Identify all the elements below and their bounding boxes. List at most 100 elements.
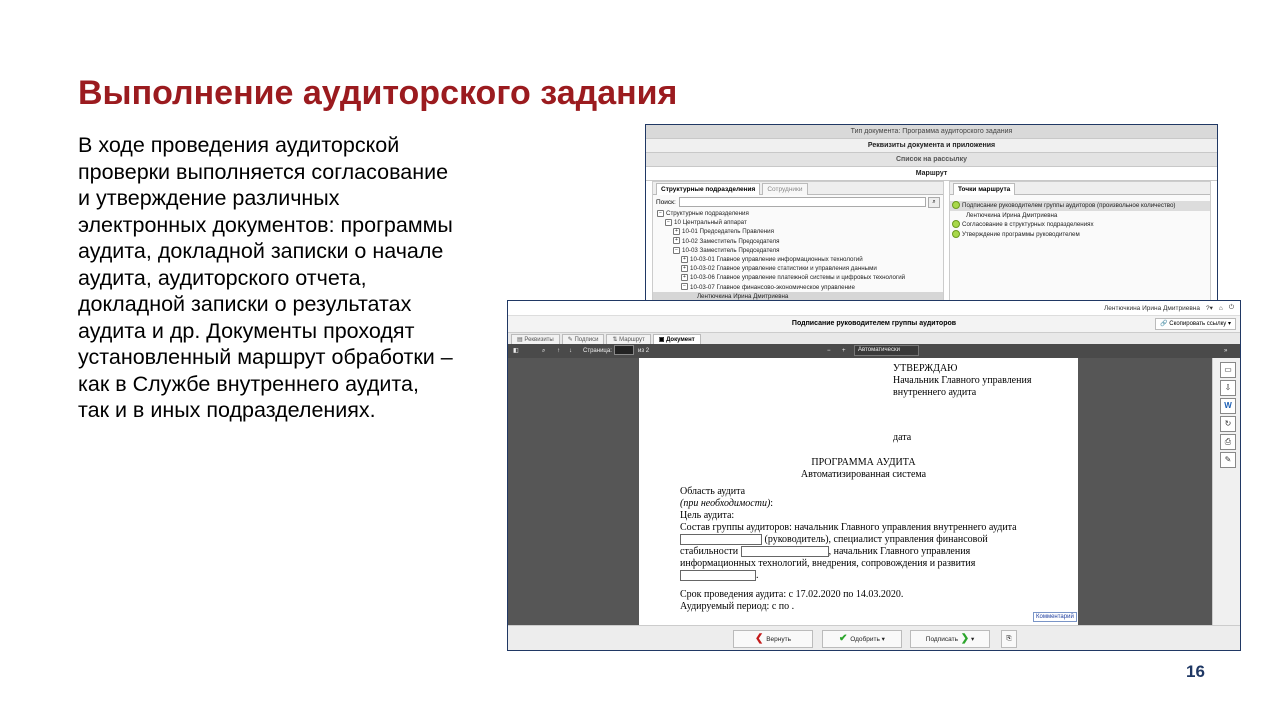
route-bar[interactable]: Маршрут bbox=[646, 167, 1217, 181]
tree-item[interactable]: +10-03-06 Главное управление платежной с… bbox=[653, 273, 943, 282]
structure-pane: Структурные подразделения Сотрудники Пои… bbox=[652, 181, 944, 301]
arrow-left-icon: ❮ bbox=[755, 633, 767, 644]
doc-if-needed: (при необходимости) bbox=[680, 498, 771, 509]
download-icon[interactable]: ⇩ bbox=[1220, 380, 1236, 396]
doc-team-line: . bbox=[680, 570, 759, 582]
status-dot-icon bbox=[952, 229, 960, 238]
prev-page-icon[interactable]: ↑ bbox=[557, 344, 560, 358]
body-line: аудита, докладной записки о начале bbox=[78, 239, 444, 263]
action-bar: ❮ Вернуть ✔ Одобрить ▾ Подписать ❯ ▾ ⎘ bbox=[508, 625, 1240, 650]
collapse-icon[interactable]: − bbox=[657, 209, 664, 217]
doc-area: Область аудита bbox=[680, 486, 746, 497]
home-icon[interactable]: ⌂ bbox=[1219, 305, 1223, 312]
zoom-select[interactable]: Автоматически bbox=[854, 344, 919, 358]
pdf-icon[interactable]: ▭ bbox=[1220, 362, 1236, 378]
slide-title: Выполнение аудиторского задания bbox=[78, 74, 678, 112]
expand-icon[interactable]: + bbox=[681, 274, 688, 282]
user-bar: Лентючкина Ирина Дмитриевна ?▾ ⌂ ⏻ bbox=[508, 301, 1240, 316]
document-icon: ▣ bbox=[658, 337, 667, 343]
tree-item[interactable]: +10-03-01 Главное управление информацион… bbox=[653, 255, 943, 264]
route-point[interactable]: Утверждение программы руководителем bbox=[950, 229, 1210, 240]
zoom-in-icon[interactable]: + bbox=[842, 344, 846, 358]
it-head-field[interactable] bbox=[680, 570, 756, 582]
user-name[interactable]: Лентючкина Ирина Дмитриевна bbox=[1104, 305, 1200, 312]
collapse-icon[interactable]: − bbox=[673, 246, 680, 254]
body-line: аудита и др. Документы проходят bbox=[78, 318, 415, 343]
doc-approver-line: Начальник Главного управления bbox=[893, 375, 1032, 386]
doc-approve: УТВЕРЖДАЮ bbox=[893, 363, 958, 374]
search-icon[interactable]: ⌕ bbox=[542, 344, 545, 358]
search-row: Поиск: ⌕ bbox=[653, 195, 943, 209]
route-window-screenshot: Тип документа: Программа аудиторского за… bbox=[645, 124, 1218, 302]
pdf-toolbar: ◧ ⌕ ↑ ↓ Страница: из 2 − + Автоматически… bbox=[508, 344, 1240, 358]
doc-type-bar[interactable]: Тип документа: Программа аудиторского за… bbox=[646, 125, 1217, 139]
expand-icon[interactable]: + bbox=[673, 228, 680, 236]
structure-tabs: Структурные подразделения Сотрудники bbox=[653, 182, 943, 195]
tree-item[interactable]: +10-01 Председатель Правления bbox=[653, 227, 943, 236]
mailing-bar[interactable]: Список на рассылку bbox=[646, 153, 1217, 167]
specialist-field[interactable] bbox=[740, 546, 829, 558]
search-input[interactable] bbox=[678, 197, 926, 207]
approve-button[interactable]: ✔ Одобрить ▾ bbox=[822, 630, 902, 648]
doc-date-label: дата bbox=[893, 432, 912, 443]
edit-icon[interactable]: ✎ bbox=[1220, 452, 1236, 468]
power-icon[interactable]: ⏻ bbox=[1229, 304, 1234, 312]
leader-field[interactable] bbox=[680, 534, 762, 546]
check-icon: ✔ bbox=[839, 633, 851, 644]
tree-item[interactable]: − Структурные подразделения bbox=[653, 209, 943, 218]
print-icon[interactable]: ⎙ bbox=[1220, 434, 1236, 450]
comment-button[interactable]: Комментарий bbox=[1033, 612, 1077, 622]
tab-route-points[interactable]: Точки маршрута bbox=[953, 183, 1016, 195]
search-icon[interactable]: ⌕ bbox=[928, 196, 940, 208]
word-icon[interactable]: W bbox=[1220, 398, 1236, 414]
return-button[interactable]: ❮ Вернуть bbox=[733, 630, 813, 648]
more-tools-icon[interactable]: » bbox=[1224, 344, 1227, 358]
zoom-out-icon[interactable]: − bbox=[827, 344, 831, 358]
tree-item[interactable]: −10 Центральный аппарат bbox=[653, 218, 943, 227]
doc-period: Аудируемый период: с по . bbox=[680, 601, 795, 612]
pdf-viewer[interactable]: УТВЕРЖДАЮ Начальник Главного управления … bbox=[508, 358, 1212, 626]
page-number: 16 bbox=[1186, 662, 1205, 681]
expand-icon[interactable]: + bbox=[681, 255, 688, 263]
collapse-icon[interactable]: − bbox=[665, 219, 672, 227]
body-line: докладной записки о результатах bbox=[78, 292, 412, 316]
route-points-tabs: Точки маршрута bbox=[950, 182, 1210, 195]
doc-team-line: (руководитель), специалист управления фи… bbox=[680, 534, 1048, 546]
body-line: так и в иных подразделениях. bbox=[78, 398, 376, 422]
doc-subheading: Автоматизированная система bbox=[800, 469, 927, 480]
search-label: Поиск: bbox=[656, 198, 676, 206]
tree-item[interactable]: +10-02 Заместитель Председателя bbox=[653, 237, 943, 246]
page-label: Страница: bbox=[583, 348, 612, 354]
doc-heading: ПРОГРАММА АУДИТА bbox=[811, 457, 916, 468]
tree-item[interactable]: +10-03-02 Главное управление статистики … bbox=[653, 264, 943, 273]
doc-if-needed-line: (при необходимости): bbox=[680, 498, 774, 509]
route-panes: Структурные подразделения Сотрудники Пои… bbox=[652, 181, 1211, 301]
tree-item[interactable]: −10-03 Заместитель Председателя bbox=[653, 246, 943, 255]
expand-icon[interactable]: + bbox=[673, 237, 680, 245]
requisites-bar[interactable]: Реквизиты документа и приложения bbox=[646, 139, 1217, 153]
help-icon[interactable]: ?▾ bbox=[1206, 304, 1213, 312]
side-toolbar: ▭ ⇩ W ↻ ⎙ ✎ bbox=[1212, 358, 1240, 626]
body-line: как в Службе внутреннего аудита, bbox=[78, 371, 419, 396]
arrow-right-icon: ❯ bbox=[957, 633, 970, 644]
doc-term: Срок проведения аудита: с 17.02.2020 по … bbox=[680, 589, 904, 600]
collapse-icon[interactable]: − bbox=[681, 283, 688, 291]
tree-item[interactable]: −10-03-07 Главное финансово-экономическо… bbox=[653, 283, 943, 292]
route-point[interactable]: Подписание руководителем группы аудиторо… bbox=[950, 201, 1210, 211]
copy-link-button[interactable]: 🔗 Скопировать ссылку ▾ bbox=[1155, 318, 1236, 330]
tab-structure[interactable]: Структурные подразделения bbox=[656, 183, 761, 195]
next-page-icon[interactable]: ↓ bbox=[569, 344, 572, 358]
tab-employees[interactable]: Сотрудники bbox=[762, 183, 808, 195]
status-dot-icon bbox=[952, 220, 960, 229]
expand-icon[interactable]: + bbox=[681, 264, 688, 272]
link-icon: 🔗 bbox=[1160, 321, 1170, 327]
sign-button[interactable]: Подписать ❯ ▾ bbox=[910, 630, 990, 648]
refresh-icon[interactable]: ↻ bbox=[1220, 416, 1236, 432]
route-point[interactable]: Согласование в структурных подразделения… bbox=[950, 220, 1210, 230]
sidebar-toggle-icon[interactable]: ◧ bbox=[513, 344, 519, 358]
attach-icon[interactable]: ⎘ bbox=[1001, 630, 1017, 648]
page-number-input[interactable] bbox=[614, 344, 634, 358]
body-line: и утверждение различных bbox=[78, 186, 340, 210]
body-line: проверки выполняется согласование bbox=[78, 159, 449, 184]
route-point-assignee[interactable]: Лентючкина Ирина Дмитриевна bbox=[950, 211, 1210, 221]
